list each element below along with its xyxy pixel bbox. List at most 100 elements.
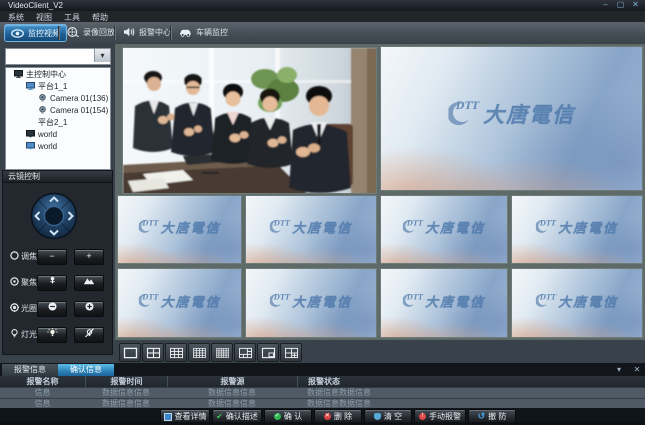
tree-item-label: 平台2_1 [38, 117, 67, 128]
ptz-dpad[interactable] [30, 192, 78, 240]
datang-watermark: DTT大唐電信 [536, 291, 618, 310]
light-on-button[interactable] [37, 327, 67, 343]
confirm-circle-icon: ✓ [274, 413, 281, 420]
watermark-name: 大唐電信 [292, 218, 352, 237]
tab-vehicle-monitor[interactable]: 车辆监控 [173, 24, 234, 40]
minimize-button[interactable]: – [599, 0, 612, 10]
tab-playback[interactable]: 录像回放 [61, 24, 121, 40]
iris-close-button[interactable] [37, 301, 67, 317]
datang-watermark: DTT大唐電信 [403, 291, 485, 310]
watermark-name: 大唐電信 [483, 99, 575, 129]
video-tile[interactable]: DTT大唐電信 [245, 268, 377, 338]
button-label: 手动报警 [429, 411, 461, 422]
alarm-button-bar: 查看详情 ✔ 确认描述 ✓ 确 认 ✕ 删 除 清 空 ! 手动报警 ↺ 撤 防 [0, 408, 645, 422]
light-off-button[interactable] [74, 327, 104, 343]
datang-watermark: DTT大唐電信 [536, 218, 618, 237]
layout-button-bar [115, 340, 645, 363]
layout-1-button[interactable] [119, 343, 141, 362]
video-tile[interactable]: DTT大唐電信 [245, 195, 377, 264]
device-select[interactable]: ▾ [5, 48, 111, 65]
alarm-panel-tab-bar: 报警信息 确认信息 ▾ ✕ [0, 363, 645, 376]
video-tile-logo-large[interactable]: DTT 大唐電信 [380, 46, 643, 191]
tree-item-label: 平台1_1 [38, 81, 67, 92]
layout-pip-button[interactable] [257, 343, 279, 362]
video-tile[interactable]: DTT大唐電信 [117, 195, 242, 264]
iris-minus-icon [48, 302, 57, 311]
ptz-zoom-row: 调焦 − + [3, 249, 114, 263]
ptz-focus-row: 聚焦 [3, 275, 114, 289]
close-panel-icon[interactable]: ✕ [630, 364, 644, 375]
datang-watermark: DTT大唐電信 [138, 218, 220, 237]
focus-near-button[interactable] [37, 275, 67, 291]
delete-circle-icon: ✕ [324, 413, 331, 420]
tab-label: 报警中心 [139, 27, 171, 38]
layout-25-button[interactable] [211, 343, 233, 362]
nav-toolbar: 监控视频 录像回放 报警中心 车辆监控 [0, 22, 645, 46]
tree-item-world-2[interactable]: world [6, 140, 110, 152]
layout-9-button[interactable] [165, 343, 187, 362]
tree-item-world-1[interactable]: world [6, 128, 110, 140]
layout-6-button[interactable] [280, 343, 302, 362]
check-icon: ✔ [216, 413, 223, 421]
layout-16-button[interactable] [188, 343, 210, 362]
focus-far-button[interactable] [74, 275, 104, 291]
ptz-row-label: 灯光 [21, 329, 37, 340]
datang-watermark: DTT大唐電信 [403, 218, 485, 237]
button-label: 确 认 [284, 411, 302, 422]
zoom-in-button[interactable]: + [74, 249, 104, 265]
cell-alarm-source: 数据信息信息 [167, 388, 297, 398]
tab-alarm-info[interactable]: 报警信息 [2, 364, 58, 376]
datang-watermark: DTT大唐電信 [270, 218, 352, 237]
watermark-name: 大唐電信 [558, 291, 618, 310]
speaker-icon [123, 27, 135, 37]
video-tile[interactable]: DTT大唐電信 [380, 268, 508, 338]
tab-label: 录像回放 [83, 27, 115, 38]
watermark-name: 大唐電信 [425, 218, 485, 237]
ptz-row-label: 光圈 [21, 303, 37, 314]
ptz-panel-header: 云镜控制 [2, 170, 113, 183]
zoom-out-button[interactable]: − [37, 249, 67, 265]
close-button[interactable]: ✕ [629, 0, 642, 10]
camera-icon [38, 94, 47, 102]
chevron-down-icon[interactable]: ▾ [94, 49, 110, 62]
tab-confirm-info[interactable]: 确认信息 [58, 364, 114, 376]
light-off-icon [84, 328, 95, 338]
maximize-button[interactable]: ▢ [614, 0, 627, 10]
title-bar: VideoClient_V2 – ▢ ✕ [0, 0, 645, 11]
tree-item-label: Camera 01(136) [50, 94, 108, 103]
detail-icon [164, 413, 172, 421]
video-tile[interactable]: DTT大唐電信 [380, 195, 508, 264]
focus-near-icon [48, 276, 57, 285]
watermark-name: 大唐電信 [161, 291, 221, 310]
car-icon [179, 27, 192, 37]
iris-icon [10, 303, 19, 312]
ptz-panel: 调焦 − + 聚焦 光圈 [2, 183, 113, 355]
video-tile-live-meeting[interactable] [122, 47, 377, 194]
watermark-brand: DTT [274, 292, 290, 301]
video-tile[interactable]: DTT大唐電信 [117, 268, 242, 338]
layout-1plus5-button[interactable] [234, 343, 256, 362]
tree-item-main-center[interactable]: 主控制中心 [6, 68, 110, 80]
monitor-blue-icon [26, 142, 35, 150]
layout-4-button[interactable] [142, 343, 164, 362]
button-label: 清 空 [384, 411, 402, 422]
focus-ring-icon [10, 277, 19, 286]
watermark-brand: DTT [274, 219, 290, 228]
collapse-panel-icon[interactable]: ▾ [612, 364, 626, 375]
tree-item-label: Camera 01(154) [50, 106, 108, 115]
tree-item-camera-136[interactable]: Camera 01(136) [6, 92, 110, 104]
video-grid: DTT 大唐電信 DTT大唐電信 DTT大唐電信 DTT大唐電信 DTT大唐電信… [115, 44, 645, 340]
video-tile[interactable]: DTT大唐電信 [511, 268, 643, 338]
iris-open-button[interactable] [74, 301, 104, 317]
video-tile[interactable]: DTT大唐電信 [511, 195, 643, 264]
meeting-room-video [123, 48, 377, 194]
tree-item-platform1[interactable]: 平台1_1 [6, 80, 110, 92]
alarm-table-row[interactable]: 信息 数据信息信息 数据信息信息 数据信息数据信息 [0, 388, 645, 398]
tree-item-platform2[interactable]: 平台2_1 [6, 116, 110, 128]
tab-separator [170, 26, 171, 40]
tree-item-camera-154[interactable]: Camera 01(154) [6, 104, 110, 116]
disarm-undo-icon: ↺ [478, 412, 486, 421]
monitor-dark-icon [14, 70, 23, 78]
ptz-row-label: 调焦 [21, 251, 37, 262]
tab-alarm-center[interactable]: 报警中心 [117, 24, 177, 40]
